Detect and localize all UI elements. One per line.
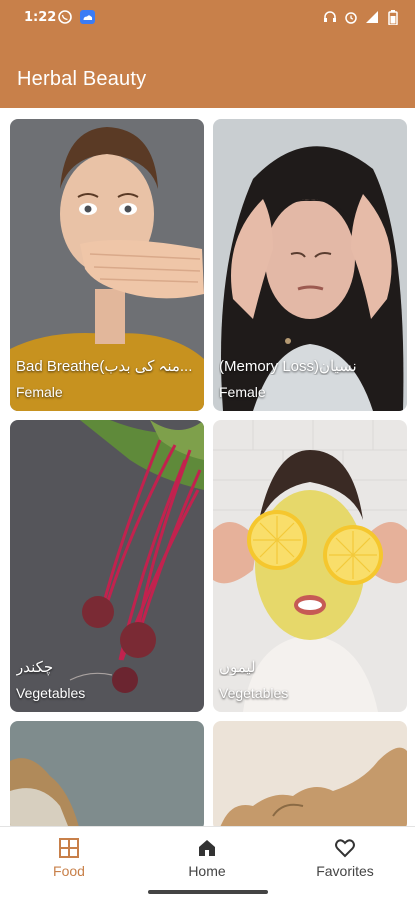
app-bar: Herbal Beauty — [0, 36, 415, 108]
nav-home[interactable]: Home — [147, 837, 267, 879]
card-beetroot[interactable]: چکندر Vegetables — [10, 420, 204, 712]
card-category: Female — [219, 384, 266, 400]
grid-icon — [58, 837, 80, 859]
heart-icon — [334, 837, 356, 859]
status-bar: 1:22 — [0, 0, 415, 36]
card-category: Vegetables — [219, 685, 289, 701]
home-icon — [196, 837, 218, 859]
card-title: چکندر — [16, 659, 54, 676]
home-indicator[interactable] — [148, 890, 268, 894]
nav-home-label: Home — [188, 863, 226, 879]
card-partial-left[interactable] — [10, 721, 204, 826]
remedy-grid: Bad Breathe(منہ کی بدب... Female (Memory… — [0, 108, 415, 826]
nav-favorites[interactable]: Favorites — [285, 837, 405, 879]
nav-food-label: Food — [53, 863, 85, 879]
card-image — [213, 721, 407, 826]
card-bad-breath[interactable]: Bad Breathe(منہ کی بدب... Female — [10, 119, 204, 411]
status-time: 1:22 — [24, 10, 57, 25]
card-partial-right[interactable] — [213, 721, 407, 826]
whatsapp-icon — [57, 9, 73, 25]
battery-icon — [385, 9, 401, 25]
nav-food[interactable]: Food — [9, 837, 129, 879]
alarm-icon — [343, 9, 359, 25]
nav-favorites-label: Favorites — [316, 863, 374, 879]
signal-icon — [364, 9, 380, 25]
app-title: Herbal Beauty — [17, 68, 147, 90]
card-category: Female — [16, 384, 63, 400]
card-lemon[interactable]: لیموں Vegetables — [213, 420, 407, 712]
card-title: لیموں — [219, 659, 256, 676]
card-memory-loss[interactable]: (Memory Loss)نسیان Female — [213, 119, 407, 411]
card-category: Vegetables — [16, 685, 86, 701]
card-image — [10, 721, 204, 826]
card-title: (Memory Loss)نسیان — [219, 358, 357, 375]
cloud-icon — [79, 9, 95, 25]
headset-icon — [322, 9, 338, 25]
card-title: Bad Breathe(منہ کی بدب... — [16, 358, 193, 375]
